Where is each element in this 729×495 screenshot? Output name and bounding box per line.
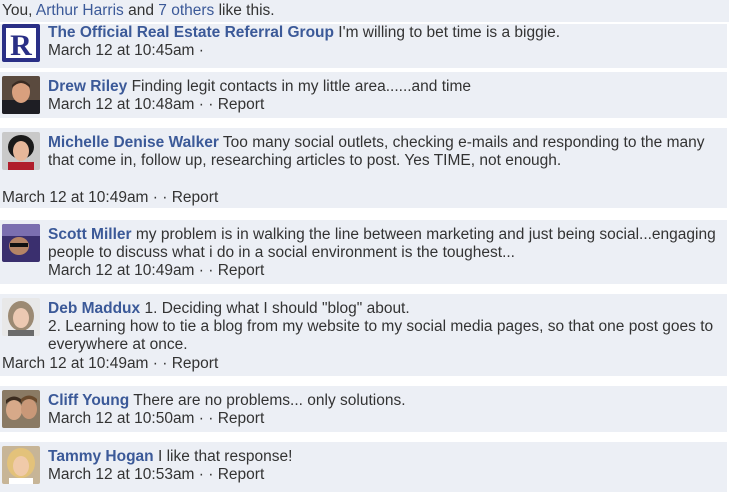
comment-item: R The Official Real Estate Referral Grou… <box>0 24 727 68</box>
avatar[interactable] <box>2 298 40 336</box>
comment-timestamp[interactable]: March 12 at 10:48am <box>48 96 194 113</box>
comment-item: Michelle Denise Walker Too many social o… <box>0 128 727 208</box>
others-link[interactable]: 7 others <box>158 2 214 19</box>
comment-body: Drew Riley Finding legit contacts in my … <box>48 78 721 114</box>
avatar[interactable] <box>2 224 40 262</box>
meta-separator: · · <box>194 262 218 279</box>
realtor-logo-avatar[interactable]: R <box>2 24 40 62</box>
meta-separator: · · <box>194 96 218 113</box>
liker-link[interactable]: Arthur Harris <box>36 2 124 19</box>
comment-body: The Official Real Estate Referral Group … <box>48 24 721 60</box>
comment-timestamp[interactable]: March 12 at 10:49am <box>2 355 148 372</box>
avatar[interactable] <box>2 132 40 170</box>
comment-body: Deb Maddux 1. Deciding what I should "bl… <box>48 300 721 354</box>
comment-body: Cliff Young There are no problems... onl… <box>48 392 721 428</box>
comment-body: Michelle Denise Walker Too many social o… <box>48 134 721 170</box>
comment-text: Finding legit contacts in my little area… <box>131 78 472 95</box>
comment-body: Scott Miller my problem is in walking th… <box>48 226 721 280</box>
comment-thread: You, Arthur Harris and 7 others like thi… <box>0 0 729 495</box>
meta-separator: · · <box>194 410 218 427</box>
comment-author-link[interactable]: Cliff Young <box>48 392 129 409</box>
comment-text: I like that response! <box>157 448 293 465</box>
likes-tail: like this. <box>214 2 275 19</box>
report-link[interactable]: Report <box>172 189 219 206</box>
comment-timestamp[interactable]: March 12 at 10:49am <box>2 189 148 206</box>
comment-author-link[interactable]: Michelle Denise Walker <box>48 134 219 151</box>
comment-item: Tammy Hogan I like that response! March … <box>0 442 727 492</box>
meta-separator: · <box>194 42 204 59</box>
comment-author-link[interactable]: Deb Maddux <box>48 300 140 317</box>
comment-item: Cliff Young There are no problems... onl… <box>0 386 727 432</box>
likes-summary: You, Arthur Harris and 7 others like thi… <box>0 0 729 22</box>
comment-author-link[interactable]: The Official Real Estate Referral Group <box>48 24 334 41</box>
comment-text-line2: 2. Learning how to tie a blog from my we… <box>48 318 714 353</box>
comment-meta: March 12 at 10:49am · · Report <box>2 355 218 373</box>
comment-text: I'm willing to bet time is a biggie. <box>338 24 561 41</box>
comment-text: There are no problems... only solutions. <box>133 392 406 409</box>
comment-timestamp[interactable]: March 12 at 10:45am <box>48 42 194 59</box>
report-link[interactable]: Report <box>218 262 265 279</box>
meta-separator: · · <box>148 355 172 372</box>
report-link[interactable]: Report <box>172 355 219 372</box>
report-link[interactable]: Report <box>218 466 265 483</box>
comment-timestamp[interactable]: March 12 at 10:50am <box>48 410 194 427</box>
report-link[interactable]: Report <box>218 96 265 113</box>
svg-text:R: R <box>10 29 32 62</box>
comment-text: my problem is in walking the line betwee… <box>48 226 716 261</box>
avatar[interactable] <box>2 76 40 114</box>
comment-text: 1. Deciding what I should "blog" about. <box>144 300 410 317</box>
likes-you: You, <box>2 2 36 19</box>
comment-item: Deb Maddux 1. Deciding what I should "bl… <box>0 294 727 376</box>
comment-author-link[interactable]: Scott Miller <box>48 226 132 243</box>
likes-and: and <box>123 2 159 19</box>
comment-item: Drew Riley Finding legit contacts in my … <box>0 72 727 118</box>
report-link[interactable]: Report <box>218 410 265 427</box>
avatar[interactable] <box>2 390 40 428</box>
meta-separator: · · <box>148 189 172 206</box>
meta-separator: · · <box>194 466 218 483</box>
comment-timestamp[interactable]: March 12 at 10:53am <box>48 466 194 483</box>
comment-body: Tammy Hogan I like that response! March … <box>48 448 721 484</box>
comment-timestamp[interactable]: March 12 at 10:49am <box>48 262 194 279</box>
avatar[interactable] <box>2 446 40 484</box>
comment-meta: March 12 at 10:49am · · Report <box>2 189 218 207</box>
comment-author-link[interactable]: Tammy Hogan <box>48 448 154 465</box>
comment-author-link[interactable]: Drew Riley <box>48 78 127 95</box>
comment-item: Scott Miller my problem is in walking th… <box>0 220 727 284</box>
